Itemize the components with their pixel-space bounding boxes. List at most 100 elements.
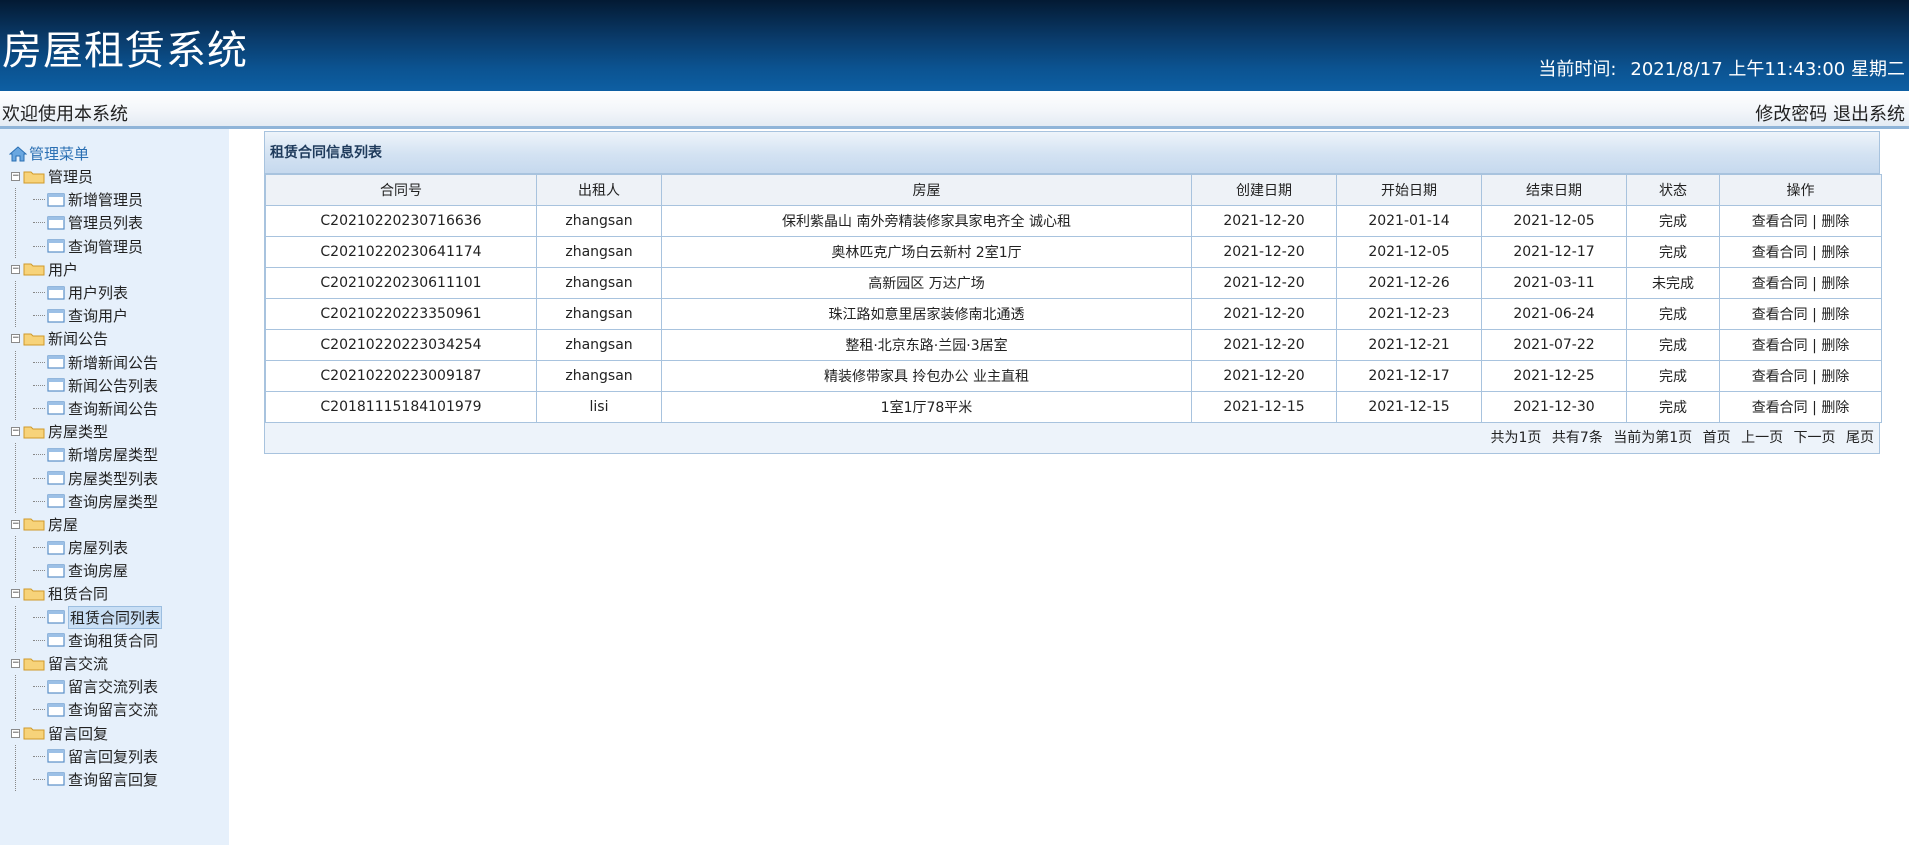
start-date-cell: 2021-12-05 — [1336, 236, 1482, 268]
menu-group[interactable]: − 用户 — [9, 258, 162, 281]
delete-link[interactable]: 删除 — [1821, 276, 1849, 292]
menu-tree: − 管理员 新增管理员 管理员列表 查询管理员 − 用户 用户列表 查询用户 − 新闻公告 新增新闻公… — [9, 165, 163, 791]
menu-item[interactable]: 新闻公告列表 — [9, 373, 162, 397]
menu-item[interactable]: 查询留言交流 — [9, 698, 162, 722]
menu-item[interactable]: 查询房屋 — [9, 559, 162, 583]
table-row: C20210220223034254 zhangsan 整租·北京东路·兰园·3居室… — [265, 329, 1882, 361]
delete-link[interactable]: 删除 — [1821, 214, 1849, 230]
collapse-toggle-icon[interactable]: − — [11, 334, 20, 344]
table-row: C20210220230611101 zhangsan 高新园区 万达广场 2021-… — [265, 267, 1882, 299]
tree-connector — [9, 605, 47, 629]
menu-group[interactable]: − 房屋类型 — [9, 420, 162, 443]
end-date-cell: 2021-12-30 — [1481, 391, 1627, 423]
tree-connector — [9, 489, 47, 513]
start-date-cell: 2021-12-26 — [1336, 267, 1482, 299]
action-separator: | — [1812, 245, 1817, 261]
tree-connector — [9, 373, 47, 397]
collapse-toggle-icon[interactable]: − — [11, 589, 20, 599]
actions-cell: 查看合同 | 删除 — [1719, 329, 1882, 361]
page-icon — [47, 309, 65, 323]
delete-link[interactable]: 删除 — [1821, 400, 1849, 416]
column-header: 结束日期 — [1481, 174, 1627, 206]
page-icon — [47, 703, 65, 717]
created-date-cell: 2021-12-20 — [1191, 267, 1337, 299]
view-contract-link[interactable]: 查看合同 — [1752, 369, 1808, 385]
menu-item[interactable]: 新增新闻公告 — [9, 350, 162, 374]
menu-root[interactable]: 管理菜单 — [9, 143, 89, 164]
delete-link[interactable]: 删除 — [1821, 307, 1849, 323]
tree-connector — [9, 536, 47, 560]
sidebar: 管理菜单 − 管理员 新增管理员 管理员列表 查询管理员 − 用户 用户列表 查询用户 − 新闻公告… — [0, 129, 229, 845]
house-cell: 奥林匹克广场白云新村 2室1厅 — [661, 236, 1192, 268]
menu-item[interactable]: 用户列表 — [9, 281, 162, 305]
next-page-link[interactable]: 下一页 — [1794, 430, 1836, 446]
view-contract-link[interactable]: 查看合同 — [1752, 276, 1808, 292]
menu-item[interactable]: 留言回复列表 — [9, 744, 162, 768]
last-page-link[interactable]: 尾页 — [1846, 430, 1874, 446]
menu-item[interactable]: 查询用户 — [9, 304, 162, 328]
menu-item[interactable]: 租赁合同列表 — [9, 605, 163, 629]
tree-connector — [9, 350, 47, 374]
action-separator: | — [1812, 307, 1817, 323]
folder-icon — [23, 658, 45, 671]
first-page-link[interactable]: 首页 — [1703, 430, 1731, 446]
collapse-toggle-icon[interactable]: − — [11, 427, 20, 437]
status-cell: 完成 — [1626, 391, 1720, 423]
page-icon — [47, 610, 65, 624]
view-contract-link[interactable]: 查看合同 — [1752, 400, 1808, 416]
delete-link[interactable]: 删除 — [1821, 245, 1849, 261]
end-date-cell: 2021-12-25 — [1481, 360, 1627, 392]
menu-item[interactable]: 管理员列表 — [9, 211, 162, 235]
view-contract-link[interactable]: 查看合同 — [1752, 245, 1808, 261]
prev-page-link[interactable]: 上一页 — [1741, 430, 1783, 446]
view-contract-link[interactable]: 查看合同 — [1752, 338, 1808, 354]
menu-group[interactable]: − 留言交流 — [9, 652, 162, 675]
tree-connector — [9, 234, 47, 258]
created-date-cell: 2021-12-20 — [1191, 205, 1337, 237]
change-password-link[interactable]: 修改密码 — [1755, 104, 1827, 125]
menu-item[interactable]: 房屋列表 — [9, 536, 162, 560]
menu-group[interactable]: − 留言回复 — [9, 722, 162, 745]
end-date-cell: 2021-06-24 — [1481, 298, 1627, 330]
collapse-toggle-icon[interactable]: − — [11, 728, 20, 738]
collapse-toggle-icon[interactable]: − — [11, 172, 20, 182]
delete-link[interactable]: 删除 — [1821, 338, 1849, 354]
menu-item[interactable]: 留言交流列表 — [9, 675, 162, 699]
collapse-toggle-icon[interactable]: − — [11, 264, 20, 274]
page-icon — [47, 216, 65, 230]
menu-item[interactable]: 查询租赁合同 — [9, 628, 162, 652]
menu-item[interactable]: 查询管理员 — [9, 234, 162, 258]
menu-item[interactable]: 查询留言回复 — [9, 767, 162, 791]
end-date-cell: 2021-03-11 — [1481, 267, 1627, 299]
menu-item[interactable]: 查询房屋类型 — [9, 489, 162, 513]
contract-no-cell: C20181115184101979 — [265, 391, 537, 423]
menu-group[interactable]: − 新闻公告 — [9, 327, 162, 350]
menu-item[interactable]: 查询新闻公告 — [9, 396, 162, 420]
tree-connector — [9, 698, 47, 722]
contract-table: 合同号 出租人 房屋 创建日期 开始日期 结束日期 状态 操作 C20210220230716… — [265, 174, 1882, 423]
menu-item-label: 房屋类型列表 — [68, 469, 159, 488]
tree-connector: − — [9, 582, 23, 605]
start-date-cell: 2021-12-21 — [1336, 329, 1482, 361]
tree-connector — [9, 304, 47, 328]
welcome-bar: 欢迎使用本系统 修改密码 退出系统 — [0, 91, 1909, 129]
view-contract-link[interactable]: 查看合同 — [1752, 214, 1808, 230]
created-date-cell: 2021-12-20 — [1191, 329, 1337, 361]
view-contract-link[interactable]: 查看合同 — [1752, 307, 1808, 323]
collapse-toggle-icon[interactable]: − — [11, 519, 20, 529]
menu-group[interactable]: − 租赁合同 — [9, 582, 162, 605]
collapse-toggle-icon[interactable]: − — [11, 659, 20, 669]
page-icon — [47, 401, 65, 416]
menu-group[interactable]: − 管理员 — [9, 165, 162, 188]
menu-group[interactable]: − 房屋 — [9, 513, 162, 536]
menu-item[interactable]: 新增管理员 — [9, 188, 162, 212]
tree-connector: − — [9, 722, 23, 745]
delete-link[interactable]: 删除 — [1821, 369, 1849, 385]
menu-item[interactable]: 新增房屋类型 — [9, 443, 162, 467]
house-cell: 保利紫晶山 南外旁精装修家具家电齐全 诚心租 — [661, 205, 1192, 237]
menu-item[interactable]: 房屋类型列表 — [9, 466, 162, 490]
start-date-cell: 2021-12-23 — [1336, 298, 1482, 330]
status-cell: 完成 — [1626, 298, 1720, 330]
logout-link[interactable]: 退出系统 — [1833, 104, 1905, 125]
actions-cell: 查看合同 | 删除 — [1719, 391, 1882, 423]
